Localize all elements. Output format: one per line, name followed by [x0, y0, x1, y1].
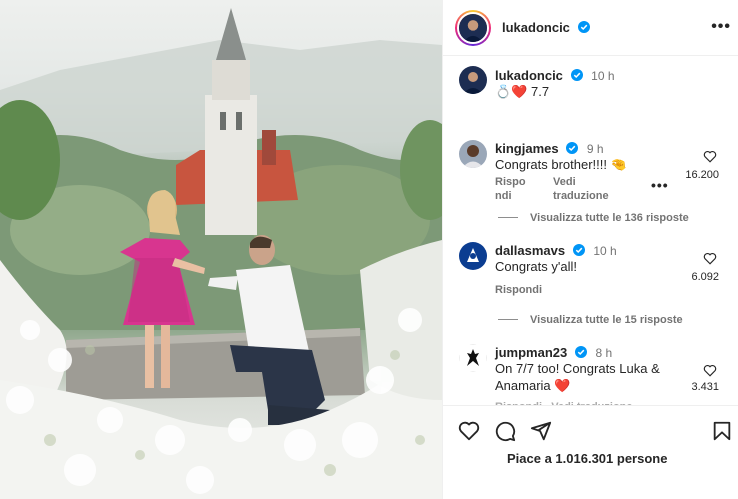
- verified-badge-icon: [570, 69, 583, 81]
- avatar[interactable]: [459, 66, 487, 94]
- avatar[interactable]: [457, 12, 489, 44]
- heart-icon[interactable]: [458, 420, 480, 442]
- post-like-count[interactable]: Piace a 1.016.301 persone: [507, 451, 667, 466]
- view-replies-button[interactable]: Visualizza tutte le 15 risposte: [498, 314, 683, 326]
- comment-text: On 7/7 too! Congrats Luka & Anamaria ❤️: [495, 361, 660, 394]
- proposal-photo: [0, 8, 442, 499]
- avatar[interactable]: [459, 140, 487, 168]
- comment-like-count[interactable]: 6.092: [691, 271, 719, 283]
- view-replies-text[interactable]: Visualizza tutte le 15 risposte: [530, 314, 683, 326]
- verified-badge-icon: [566, 142, 579, 154]
- caption-time[interactable]: 10 h: [591, 69, 614, 83]
- comment-username[interactable]: kingjames 9 h: [495, 141, 604, 156]
- verified-badge-icon: [574, 346, 587, 358]
- comment-username[interactable]: jumpman23 8 h: [495, 345, 612, 360]
- view-replies-text[interactable]: Visualizza tutte le 136 risposte: [530, 212, 689, 224]
- comment-time[interactable]: 10 h: [593, 244, 616, 258]
- heart-icon[interactable]: [703, 150, 717, 163]
- header-username[interactable]: lukadoncic: [502, 20, 590, 35]
- verified-badge-icon: [577, 21, 590, 33]
- reply-label[interactable]: ndi: [495, 189, 526, 203]
- story-ring[interactable]: [455, 10, 491, 46]
- translate-label[interactable]: traduzione: [553, 189, 609, 203]
- view-replies-button[interactable]: Visualizza tutte le 136 risposte: [498, 212, 689, 224]
- reply-button[interactable]: Rispondi: [495, 283, 542, 297]
- caption-text: 💍❤️ 7.7: [495, 84, 550, 99]
- comment-time[interactable]: 9 h: [587, 142, 604, 156]
- replies-divider: [498, 319, 518, 320]
- heart-icon[interactable]: [703, 252, 717, 265]
- comment-like-count[interactable]: 3.431: [691, 381, 719, 393]
- translate-label[interactable]: Vedi: [553, 175, 609, 189]
- comment-icon[interactable]: [494, 420, 516, 442]
- avatar[interactable]: [459, 344, 487, 372]
- comment-text: Congrats brother!!!! 🤏: [495, 157, 627, 172]
- post-details-panel: lukadoncic ••• lukadoncic 10 h 💍❤️ 7.7 k…: [442, 0, 738, 499]
- replies-divider: [498, 217, 518, 218]
- comment-like-count[interactable]: 16.200: [685, 169, 719, 181]
- comment-username-text[interactable]: dallasmavs: [495, 243, 565, 258]
- comment-username[interactable]: dallasmavs 10 h: [495, 243, 617, 258]
- comment-text: Congrats y'all!: [495, 259, 577, 274]
- post-header: lukadoncic •••: [443, 0, 738, 56]
- post-actions-bar: Piace a 1.016.301 persone: [443, 405, 738, 499]
- post-photo[interactable]: [0, 0, 442, 499]
- share-icon[interactable]: [530, 420, 552, 442]
- comment-text-line: On 7/7 too! Congrats Luka &: [495, 361, 660, 376]
- avatar[interactable]: [459, 242, 487, 270]
- comment-username-text[interactable]: jumpman23: [495, 345, 567, 360]
- comment-text-line: Anamaria ❤️: [495, 378, 571, 393]
- reply-button[interactable]: Rispo ndi: [495, 175, 526, 203]
- comment-username-text[interactable]: kingjames: [495, 141, 559, 156]
- comment-time[interactable]: 8 h: [596, 346, 613, 360]
- verified-badge-icon: [572, 244, 585, 256]
- bookmark-icon[interactable]: [711, 420, 733, 442]
- heart-icon[interactable]: [703, 364, 717, 377]
- caption-username[interactable]: lukadoncic 10 h: [495, 68, 615, 83]
- reply-label[interactable]: Rispo: [495, 175, 526, 189]
- translate-button[interactable]: Vedi traduzione: [553, 175, 609, 203]
- more-horizontal-icon[interactable]: •••: [651, 178, 669, 192]
- more-horizontal-icon[interactable]: •••: [711, 18, 731, 36]
- header-username-text[interactable]: lukadoncic: [502, 20, 570, 35]
- caption-username-text[interactable]: lukadoncic: [495, 68, 563, 83]
